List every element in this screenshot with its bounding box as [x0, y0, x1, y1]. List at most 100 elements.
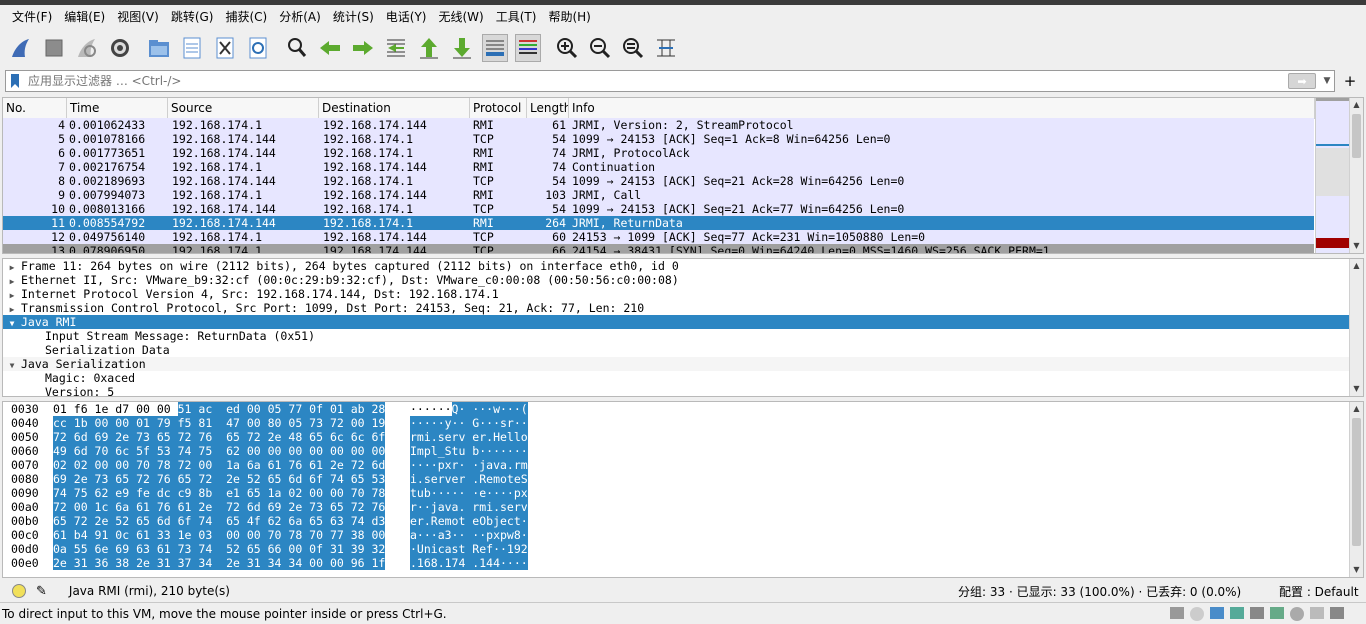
bytes-hex[interactable]: 72 00 1c 6a 61 76 61 2e 72 6d 69 2e 73 6… [53, 500, 386, 514]
bytes-row[interactable]: 0080 69 2e 73 65 72 76 65 72 2e 52 65 6d … [3, 472, 1343, 486]
column-header-no[interactable]: No. [3, 98, 67, 118]
bytes-ascii[interactable]: ····pxr· ·java.rm [410, 458, 528, 472]
column-header-length[interactable]: Length [527, 98, 569, 118]
reload-file-button[interactable] [245, 34, 271, 62]
column-header-protocol[interactable]: Protocol [470, 98, 527, 118]
last-packet-button[interactable] [449, 34, 475, 62]
open-file-button[interactable] [146, 34, 172, 62]
menu-wireless[interactable]: 无线(W) [433, 5, 490, 29]
display-filter-input[interactable] [22, 71, 1288, 91]
bytes-row[interactable]: 00d0 0a 55 6e 69 63 61 73 74 52 65 66 00 … [3, 542, 1343, 556]
packet-minimap[interactable] [1315, 98, 1350, 253]
menu-statistics[interactable]: 统计(S) [327, 5, 380, 29]
bytes-hex[interactable]: 65 72 2e 52 65 6d 6f 74 65 4f 62 6a 65 6… [53, 514, 386, 528]
expert-info-indicator[interactable] [12, 584, 26, 598]
detail-row-input-stream[interactable]: Input Stream Message: ReturnData (0x51) [3, 329, 1363, 343]
bytes-ascii[interactable]: tub····· ·e····px [410, 486, 528, 500]
bytes-scrollbar[interactable]: ▲ ▼ [1349, 402, 1363, 577]
column-header-time[interactable]: Time [67, 98, 168, 118]
bytes-hex[interactable]: 2e 31 36 38 2e 31 37 34 2e 31 34 34 00 0… [53, 556, 386, 570]
menu-go[interactable]: 跳转(G) [165, 5, 220, 29]
packet-row[interactable]: 7 0.002176754 192.168.174.1 192.168.174.144… [3, 160, 1314, 174]
bytes-row[interactable]: 00a0 72 00 1c 6a 61 76 61 2e 72 6d 69 2e … [3, 500, 1343, 514]
menu-analyze[interactable]: 分析(A) [273, 5, 327, 29]
detail-row-tcp[interactable]: ▶ Transmission Control Protocol, Src Port… [3, 301, 1363, 315]
bytes-hex[interactable]: 49 6d 70 6c 5f 53 74 75 62 00 00 00 00 0… [53, 444, 386, 458]
packet-row[interactable]: 12 0.049756140 192.168.174.1 192.168.174.14… [3, 230, 1314, 244]
detail-row-version[interactable]: Version: 5 [3, 385, 1363, 396]
menu-tools[interactable]: 工具(T) [490, 5, 543, 29]
bytes-row[interactable]: 0060 49 6d 70 6c 5f 53 74 75 62 00 00 00 … [3, 444, 1343, 458]
bytes-ascii[interactable]: ·····y·· G···sr·· [410, 416, 528, 430]
bytes-hex[interactable]: 72 6d 69 2e 73 65 72 76 65 72 2e 48 65 6… [53, 430, 386, 444]
restart-capture-button[interactable] [74, 34, 100, 62]
bytes-ascii[interactable]: ·Unicast Ref··192 [410, 542, 528, 556]
bytes-row[interactable]: 0030 01 f6 1e d7 00 00 51 ac ed 00 05 77 … [3, 402, 1343, 416]
bytes-hex[interactable]: 61 b4 91 0c 61 33 1e 03 00 00 70 78 70 7… [53, 528, 386, 542]
menu-help[interactable]: 帮助(H) [542, 5, 596, 29]
zoom-out-button[interactable] [587, 34, 613, 62]
bytes-ascii[interactable]: i.server .RemoteS [410, 472, 528, 486]
network-icon[interactable] [1210, 607, 1224, 619]
bytes-ascii[interactable]: r··java. rmi.serv [410, 500, 528, 514]
detail-row-ip[interactable]: ▶ Internet Protocol Version 4, Src: 192.1… [3, 287, 1363, 301]
column-header-info[interactable]: Info [569, 98, 1315, 118]
packet-row[interactable]: 6 0.001773651 192.168.174.144 192.168.174.1… [3, 146, 1314, 160]
scroll-down-icon[interactable]: ▼ [1350, 383, 1363, 395]
hdd-icon[interactable] [1170, 607, 1184, 619]
bytes-row[interactable]: 0090 74 75 62 e9 fe dc c9 8b e1 65 1a 02 … [3, 486, 1343, 500]
shared-folder-icon[interactable] [1310, 607, 1324, 619]
scroll-up-icon[interactable]: ▲ [1350, 99, 1363, 111]
go-to-packet-button[interactable] [383, 34, 409, 62]
cdrom-icon[interactable] [1190, 607, 1204, 621]
capture-options-button[interactable] [107, 34, 133, 62]
find-packet-button[interactable] [284, 34, 310, 62]
bytes-hex[interactable]: 01 f6 1e d7 00 00 51 ac ed 00 05 77 0f 0… [53, 402, 386, 416]
packet-row[interactable]: 4 0.001062433 192.168.174.1 192.168.174.144… [3, 118, 1314, 132]
detail-row-frame[interactable]: ▶ Frame 11: 264 bytes on wire (2112 bits)… [3, 259, 1363, 273]
bytes-row[interactable]: 00b0 65 72 2e 52 65 6d 6f 74 65 4f 62 6a … [3, 514, 1343, 528]
scroll-up-icon[interactable]: ▲ [1350, 260, 1363, 272]
resize-columns-button[interactable] [653, 34, 679, 62]
scroll-up-icon[interactable]: ▲ [1350, 403, 1363, 415]
printer-icon[interactable] [1250, 607, 1264, 619]
start-capture-button[interactable] [8, 34, 34, 62]
settings-icon[interactable] [1330, 607, 1344, 619]
webcam-icon[interactable] [1290, 607, 1304, 621]
go-back-button[interactable] [317, 34, 343, 62]
menu-file[interactable]: 文件(F) [6, 5, 58, 29]
packet-row[interactable]: 10 0.008013166 192.168.174.144 192.168.174.… [3, 202, 1314, 216]
packet-row[interactable]: 9 0.007994073 192.168.174.1 192.168.174.144… [3, 188, 1314, 202]
close-file-button[interactable] [212, 34, 238, 62]
filter-history-dropdown[interactable]: ▼ [1320, 76, 1334, 86]
apply-filter-button[interactable]: ➡ [1288, 73, 1316, 89]
scrollbar-thumb[interactable] [1352, 418, 1361, 546]
usb-icon[interactable] [1230, 607, 1244, 619]
bytes-hex[interactable]: 02 02 00 00 70 78 72 00 1a 6a 61 76 61 2… [53, 458, 386, 472]
status-profile[interactable]: 配置 : Default [1279, 583, 1359, 600]
scrollbar-thumb[interactable] [1352, 114, 1361, 158]
detail-row-magic[interactable]: Magic: 0xaced [3, 371, 1363, 385]
packet-row[interactable]: 5 0.001078166 192.168.174.144 192.168.174.1… [3, 132, 1314, 146]
column-header-source[interactable]: Source [168, 98, 319, 118]
bytes-ascii[interactable]: ······Q· ···w···( [410, 402, 528, 416]
details-scrollbar[interactable]: ▲ ▼ [1349, 259, 1363, 396]
save-file-button[interactable] [179, 34, 205, 62]
bytes-ascii[interactable]: Impl_Stu b······· [410, 444, 528, 458]
bytes-ascii[interactable]: a···a3·· ··pxpw8· [410, 528, 528, 542]
packet-row[interactable]: 13 0.078906950 192.168.174.1 192.168.174.14… [3, 244, 1314, 253]
menu-telephony[interactable]: 电话(Y) [380, 5, 433, 29]
bytes-row[interactable]: 0070 02 02 00 00 70 78 72 00 1a 6a 61 76 … [3, 458, 1343, 472]
bytes-hex[interactable]: 69 2e 73 65 72 76 65 72 2e 52 65 6d 6f 7… [53, 472, 386, 486]
detail-row-java-rmi[interactable]: ▼ Java RMI [3, 315, 1363, 329]
bytes-ascii[interactable]: rmi.serv er.Hello [410, 430, 528, 444]
bytes-row[interactable]: 0040 cc 1b 00 00 01 79 f5 81 47 00 80 05 … [3, 416, 1343, 430]
scroll-down-icon[interactable]: ▼ [1350, 564, 1363, 576]
bytes-ascii[interactable]: .168.174 .144···· [410, 556, 528, 570]
packet-row[interactable]: 8 0.002189693 192.168.174.144 192.168.174.1… [3, 174, 1314, 188]
packet-list-scrollbar[interactable]: ▲ ▼ [1349, 98, 1363, 253]
detail-row-java-serialization[interactable]: ▼ Java Serialization [3, 357, 1363, 371]
menu-view[interactable]: 视图(V) [111, 5, 165, 29]
detail-row-ethernet[interactable]: ▶ Ethernet II, Src: VMware_b9:32:cf (00:0… [3, 273, 1363, 287]
bytes-row[interactable]: 00c0 61 b4 91 0c 61 33 1e 03 00 00 70 78 … [3, 528, 1343, 542]
